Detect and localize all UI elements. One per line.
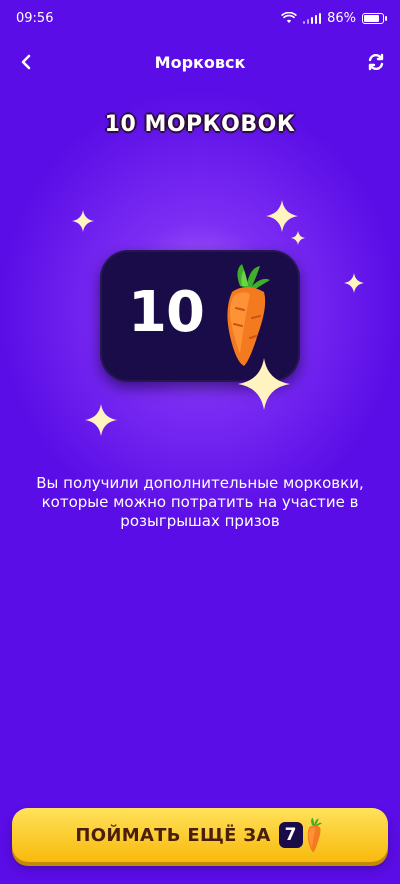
reward-amount: 10 — [128, 280, 205, 345]
reward-description: Вы получили дополнительные морковки, кот… — [36, 474, 364, 530]
battery-percent: 86% — [327, 10, 356, 26]
sparkle-icon — [238, 358, 290, 410]
back-button[interactable] — [10, 46, 42, 78]
catch-more-button[interactable]: ПОЙМАТЬ ЕЩЁ ЗА 7 — [12, 808, 388, 862]
page-title: Морковск — [154, 52, 246, 72]
refresh-icon — [368, 53, 384, 71]
catch-more-count: 7 — [278, 822, 303, 848]
battery-icon — [362, 12, 387, 24]
wifi-icon — [280, 12, 297, 23]
header: Морковск — [0, 40, 400, 84]
back-chevron-icon — [21, 54, 31, 70]
carrot-icon — [307, 817, 322, 853]
sparkle-icon — [72, 210, 94, 232]
sparkle-icon — [291, 231, 305, 245]
sparkle-icon — [266, 200, 298, 232]
carrot-icon — [227, 264, 270, 366]
sparkle-icon — [85, 404, 117, 436]
status-bar: 09:56 86% — [0, 0, 400, 36]
signal-icon — [302, 12, 322, 24]
reward-headline: 10 МОРКОВОК — [104, 112, 296, 137]
battery-level — [364, 14, 380, 22]
catch-more-label: ПОЙМАТЬ ЕЩЁ ЗА — [75, 824, 271, 846]
status-time: 09:56 — [16, 10, 54, 26]
refresh-button[interactable] — [360, 46, 392, 78]
sparkle-icon — [344, 273, 364, 293]
status-icons: 86% — [280, 10, 387, 26]
